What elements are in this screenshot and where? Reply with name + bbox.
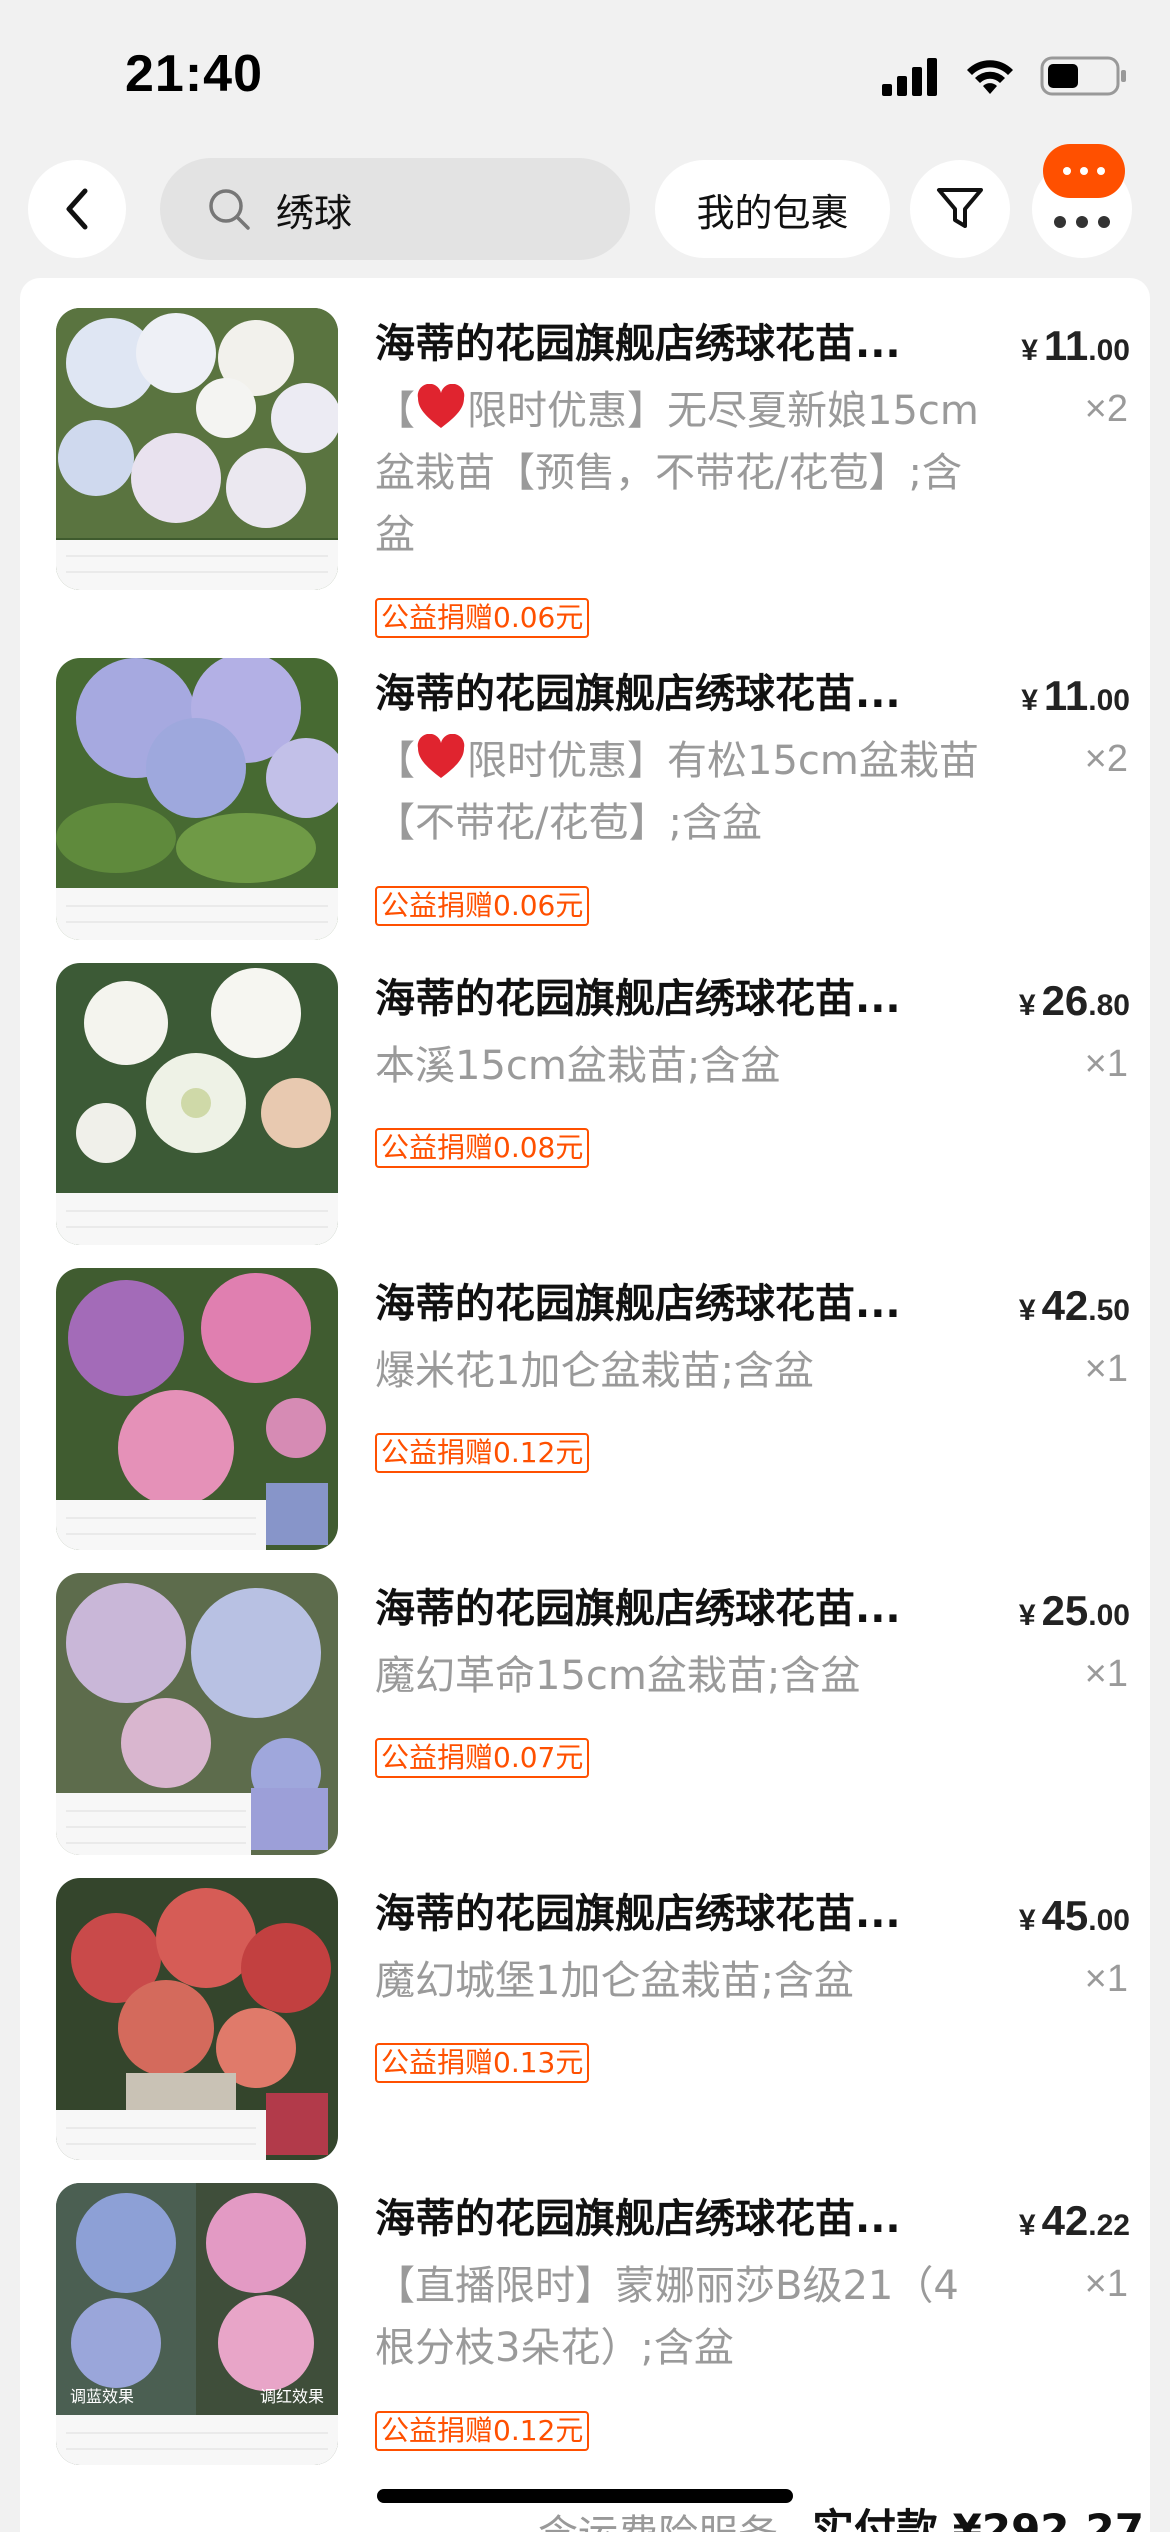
product-title: 海蒂的花园旗舰店绣球花苗... xyxy=(375,1891,901,1937)
product-spec: 【直播限时】蒙娜丽莎B级21（4根分枝3朵花）;含盆 xyxy=(375,2263,959,2371)
product-title: 海蒂的花园旗舰店绣球花苗... xyxy=(375,671,901,717)
product-spec: 【限时优惠】无尽夏新娘15cm盆栽苗【预售，不带花/花苞】;含盆 xyxy=(375,380,985,566)
header-bar: 我的包裹 xyxy=(0,144,1170,280)
item-price: ¥11.00 xyxy=(1021,672,1130,719)
donation-badge: 公益捐赠0.12元 xyxy=(375,2411,590,2451)
battery-icon xyxy=(1040,56,1126,96)
product-spec: 魔幻革命15cm盆栽苗;含盆 xyxy=(375,1653,861,1699)
product-title: 海蒂的花园旗舰店绣球花苗... xyxy=(375,1586,901,1632)
heart-icon xyxy=(417,734,465,778)
list-item[interactable]: 海蒂的花园旗舰店绣球花苗... 爆米花1加仑盆栽苗;含盆 公益捐赠0.12元 ¥… xyxy=(20,1268,1150,1558)
item-quantity: ×2 xyxy=(1084,388,1128,430)
freight-insurance-text: 含运费险服务 xyxy=(538,2502,778,2532)
product-title: 海蒂的花园旗舰店绣球花苗... xyxy=(375,2196,901,2242)
home-indicator[interactable] xyxy=(377,2489,793,2503)
donation-badge: 公益捐赠0.12元 xyxy=(375,1433,590,1473)
my-packages-label: 我的包裹 xyxy=(696,190,849,235)
item-price: ¥42.22 xyxy=(1018,2197,1130,2244)
heart-icon xyxy=(417,384,465,428)
item-price: ¥25.00 xyxy=(1018,1587,1130,1634)
item-price: ¥45.00 xyxy=(1018,1892,1130,1939)
product-title: 海蒂的花园旗舰店绣球花苗... xyxy=(375,321,901,367)
item-quantity: ×1 xyxy=(1084,1958,1128,2000)
list-item[interactable]: 海蒂的花园旗舰店绣球花苗... 【限时优惠】无尽夏新娘15cm盆栽苗【预售，不带… xyxy=(20,308,1150,638)
list-item[interactable]: 海蒂的花园旗舰店绣球花苗... 魔幻革命15cm盆栽苗;含盆 公益捐赠0.07元… xyxy=(20,1573,1150,1863)
product-thumbnail[interactable] xyxy=(56,308,338,590)
thumb-caption-right: 调红效果 xyxy=(259,2387,324,2406)
item-quantity: ×1 xyxy=(1084,2263,1128,2305)
list-item[interactable]: 海蒂的花园旗舰店绣球花苗... 本溪15cm盆栽苗;含盆 公益捐赠0.08元 ¥… xyxy=(20,963,1150,1253)
wifi-icon xyxy=(967,60,1013,94)
status-bar: 21:40 xyxy=(0,0,1170,150)
item-quantity: ×1 xyxy=(1084,1653,1128,1695)
item-quantity: ×1 xyxy=(1084,1043,1128,1085)
message-badge-icon[interactable] xyxy=(1043,144,1125,198)
product-title: 海蒂的花园旗舰店绣球花苗... xyxy=(375,1281,901,1327)
status-icons xyxy=(880,54,1128,98)
search-bar[interactable] xyxy=(160,158,630,260)
list-item[interactable]: 海蒂的花园旗舰店绣球花苗... 【限时优惠】有松15cm盆栽苗【不带花/花苞】;… xyxy=(20,658,1150,940)
back-button[interactable] xyxy=(28,160,126,258)
donation-badge: 公益捐赠0.13元 xyxy=(375,2043,590,2083)
filter-funnel-icon xyxy=(937,188,983,228)
cellular-signal-icon xyxy=(882,58,937,96)
product-thumbnail[interactable] xyxy=(56,1878,338,2160)
donation-badge: 公益捐赠0.06元 xyxy=(375,598,590,638)
list-item[interactable]: 调蓝效果 调红效果 海蒂的花园旗舰店绣球花苗... 【直播限时】蒙娜丽莎B级21… xyxy=(20,2183,1150,2503)
donation-badge: 公益捐赠0.08元 xyxy=(375,1128,590,1168)
my-packages-button[interactable]: 我的包裹 xyxy=(655,160,890,258)
product-thumbnail[interactable]: 调蓝效果 调红效果 xyxy=(56,2183,338,2465)
filter-button[interactable] xyxy=(910,160,1010,258)
more-dots-icon xyxy=(1054,216,1110,228)
chevron-left-icon xyxy=(66,188,88,230)
order-items-list: 海蒂的花园旗舰店绣球花苗... 【限时优惠】无尽夏新娘15cm盆栽苗【预售，不带… xyxy=(20,278,1150,2532)
list-item[interactable]: 海蒂的花园旗舰店绣球花苗... 魔幻城堡1加仑盆栽苗;含盆 公益捐赠0.13元 … xyxy=(20,1878,1150,2168)
item-quantity: ×1 xyxy=(1084,1348,1128,1390)
product-title: 海蒂的花园旗舰店绣球花苗... xyxy=(375,976,901,1022)
donation-badge: 公益捐赠0.06元 xyxy=(375,886,590,926)
product-spec: 本溪15cm盆栽苗;含盆 xyxy=(375,1043,781,1089)
item-quantity: ×2 xyxy=(1084,738,1128,780)
product-thumbnail[interactable] xyxy=(56,963,338,1245)
product-spec: 【限时优惠】有松15cm盆栽苗【不带花/花苞】;含盆 xyxy=(375,730,985,854)
donation-badge: 公益捐赠0.07元 xyxy=(375,1738,590,1778)
item-price: ¥42.50 xyxy=(1018,1282,1130,1329)
search-input[interactable] xyxy=(276,187,596,231)
thumb-caption-left: 调蓝效果 xyxy=(70,2387,135,2406)
actual-payment-total: 实付款 ¥292.27 xyxy=(812,2505,1144,2532)
product-spec: 爆米花1加仑盆栽苗;含盆 xyxy=(375,1348,814,1394)
product-thumbnail[interactable] xyxy=(56,1573,338,1855)
search-icon xyxy=(209,189,250,230)
status-time: 21:40 xyxy=(125,45,263,103)
product-spec: 魔幻城堡1加仑盆栽苗;含盆 xyxy=(375,1958,854,2004)
product-thumbnail[interactable] xyxy=(56,658,338,940)
item-price: ¥11.00 xyxy=(1021,322,1130,369)
product-thumbnail[interactable] xyxy=(56,1268,338,1550)
item-price: ¥26.80 xyxy=(1018,977,1130,1024)
